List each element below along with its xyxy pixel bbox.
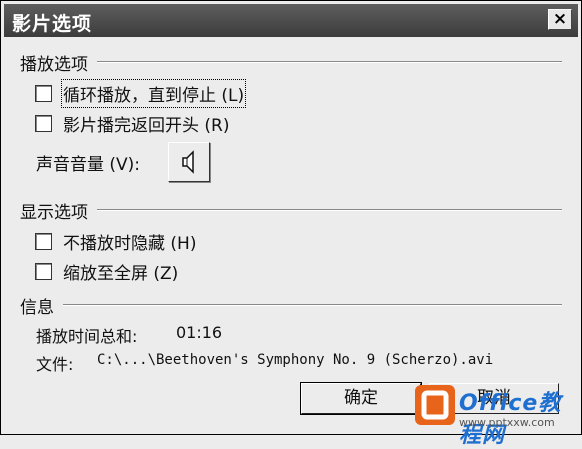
info-group-heading: 信息 [20, 298, 54, 318]
office-logo [415, 385, 455, 425]
office-logo-icon [421, 390, 449, 420]
close-button[interactable]: × [548, 9, 572, 30]
loop-option[interactable]: 循环播放，直到停止 (L) [35, 79, 285, 108]
fullscreen-label[interactable]: 缩放至全屏 (Z) [63, 259, 178, 284]
ok-button[interactable]: 确定 [300, 382, 422, 415]
volume-button[interactable] [168, 142, 210, 182]
hide-label[interactable]: 不播放时隐藏 (H) [63, 229, 196, 254]
watermark: Office教程网 www.pptxxw.com [415, 381, 581, 448]
close-icon: × [552, 9, 568, 29]
file-label: 文件: [36, 355, 74, 374]
fullscreen-option[interactable]: 缩放至全屏 (Z) [35, 259, 205, 285]
loop-checkbox[interactable] [35, 85, 52, 102]
title-bar[interactable]: 影片选项 × [4, 4, 578, 37]
fullscreen-checkbox[interactable] [35, 263, 52, 280]
volume-label: 声音音量 (V): [36, 155, 141, 175]
loop-label[interactable]: 循环播放，直到停止 (L) [60, 79, 247, 108]
hide-option[interactable]: 不播放时隐藏 (H) [35, 229, 225, 255]
movie-options-dialog: 影片选项 × 播放选项 循环播放，直到停止 (L) 影片播完返回开头 (R) 声… [0, 0, 582, 448]
total-time-label: 播放时间总和: [36, 327, 138, 346]
display-group-divider [97, 209, 562, 211]
playback-group-heading: 播放选项 [20, 55, 88, 75]
hide-checkbox[interactable] [35, 233, 52, 250]
playback-group-divider [97, 61, 562, 63]
file-path: C:\...\Beethoven's Symphony No. 9 (Scher… [97, 352, 494, 368]
rewind-checkbox[interactable] [35, 115, 52, 132]
speaker-icon [182, 150, 194, 174]
rewind-option[interactable]: 影片播完返回开头 (R) [35, 111, 265, 137]
watermark-url: www.pptxxw.com [459, 416, 555, 429]
rewind-label[interactable]: 影片播完返回开头 (R) [63, 111, 229, 136]
display-group-heading: 显示选项 [20, 203, 88, 223]
window-title: 影片选项 [12, 13, 93, 35]
total-time-value: 01:16 [176, 323, 223, 342]
info-group-divider [63, 304, 562, 306]
